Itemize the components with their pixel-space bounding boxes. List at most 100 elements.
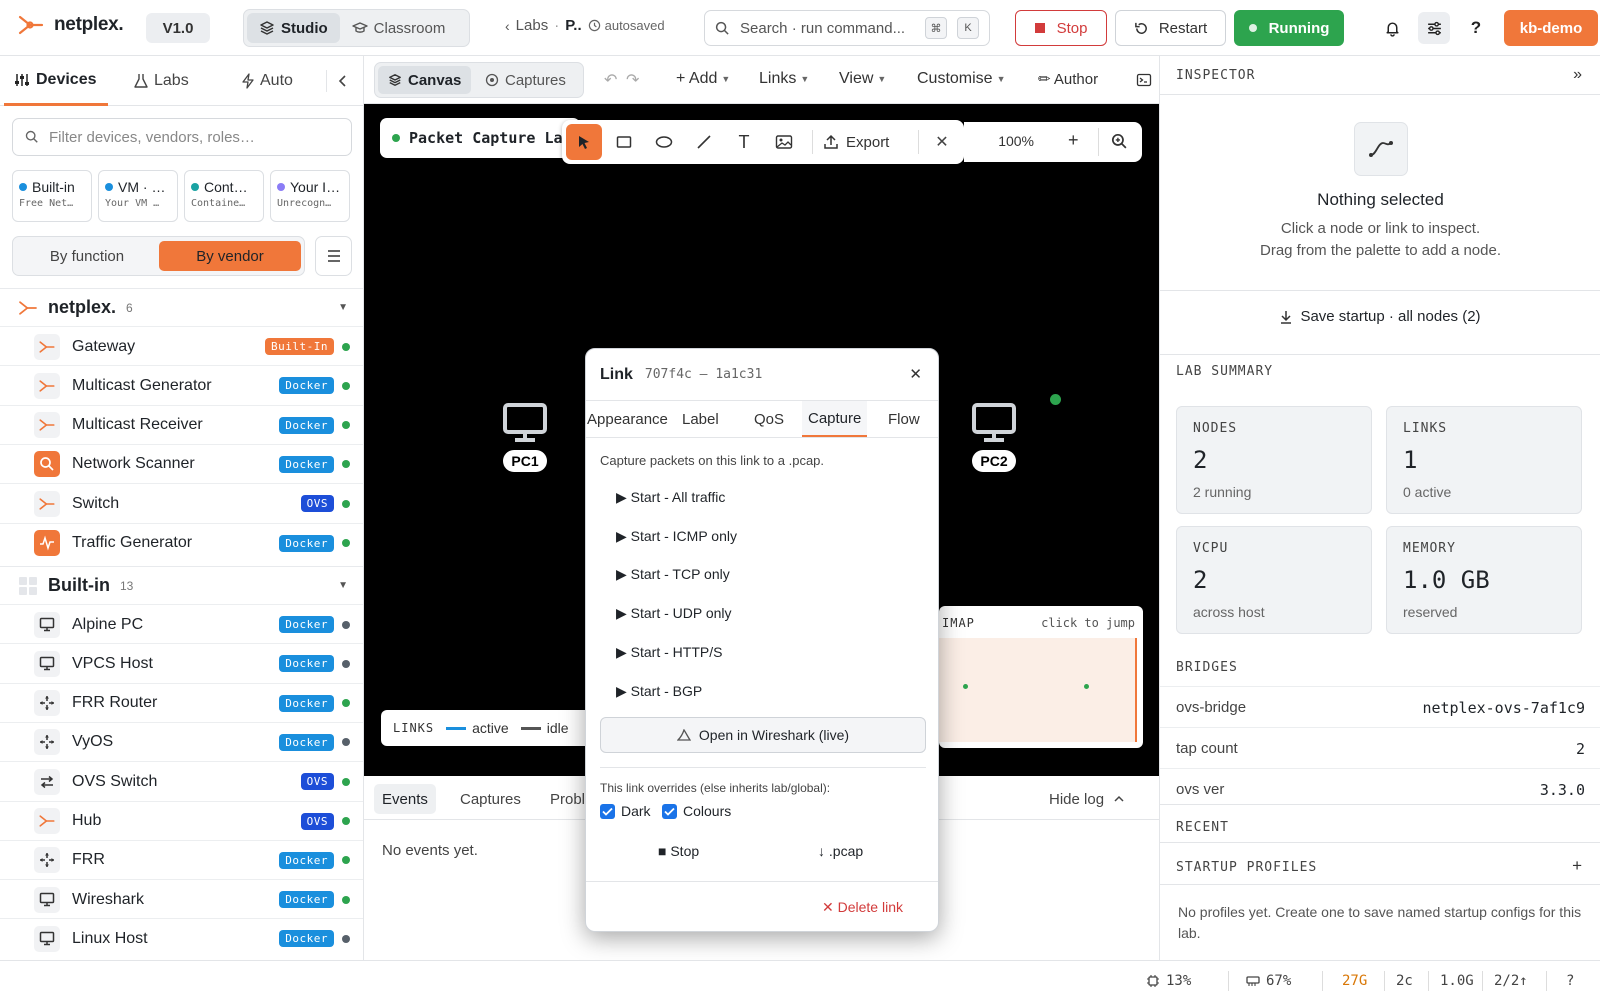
text-tool-icon[interactable]: T [726,124,762,160]
select-pointer-icon[interactable] [566,124,602,160]
link-endpoint-handle[interactable] [1050,394,1061,405]
start-capture-udp[interactable]: ▶ Start - UDP only [616,605,732,622]
running-status-button[interactable]: Running [1234,10,1344,46]
tab-captures[interactable]: Captures [475,66,576,94]
device-item-vyos[interactable]: VyOS Docker [0,721,363,762]
author-button[interactable]: ✏ Author [1038,70,1098,88]
device-filter-input[interactable]: Filter devices, vendors, roles… [12,118,352,156]
monitor-icon [34,650,60,677]
device-item-linux-host[interactable]: Linux Host Docker [0,918,363,958]
lab-title-card[interactable]: Packet Capture La [380,118,580,158]
list-menu-icon[interactable] [315,236,352,276]
override-colours-checkbox[interactable]: Colours [662,803,731,819]
chevron-down-icon: ▼ [800,74,810,84]
override-dark-checkbox[interactable]: Dark [600,803,651,819]
settings-sliders-icon[interactable] [1418,12,1450,44]
link-tab-flow[interactable]: Flow [888,401,920,437]
add-profile-plus-icon[interactable]: + [1572,856,1582,876]
collapse-panel-chevron-icon[interactable] [326,70,358,92]
link-tab-label[interactable]: Label [682,401,719,437]
links-menu[interactable]: Links ▼ [759,70,809,88]
save-startup-button[interactable]: Save startup · all nodes (2) [1160,308,1600,325]
group-header-builtin[interactable]: Built-in 13 ▼ [0,566,363,604]
chevron-left-icon[interactable]: ‹ [505,18,510,34]
start-capture-http[interactable]: ▶ Start - HTTP/S [616,644,722,661]
device-item-multicast-generator[interactable]: Multicast Generator Docker [0,365,363,405]
command-search[interactable]: Search · run command... ⌘ K [704,10,990,46]
mode-studio-button[interactable]: Studio [247,13,340,43]
device-item-traffic-generator[interactable]: Traffic Generator Docker [0,522,363,563]
restart-lab-button[interactable]: Restart [1115,10,1226,46]
start-capture-tcp[interactable]: ▶ Start - TCP only [616,566,730,583]
breadcrumb-parent[interactable]: Labs [516,17,549,34]
device-item-frr[interactable]: FRR Docker [0,839,363,880]
link-tab-capture[interactable]: Capture [802,401,868,437]
start-capture-all[interactable]: ▶ Start - All traffic [616,489,725,506]
rectangle-tool-icon[interactable] [606,124,642,160]
tab-auto[interactable]: Auto [232,56,303,106]
close-icon[interactable]: ✕ [909,365,922,383]
minimap[interactable]: IMAP click to jump [939,606,1143,748]
tab-devices[interactable]: Devices [4,56,108,106]
device-item-ovs-switch[interactable]: OVS Switch OVS [0,761,363,801]
zoom-fit-magnifier-icon[interactable] [1111,133,1128,150]
redo-icon[interactable]: ↷ [626,70,639,90]
mode-classroom-button[interactable]: Classroom [340,13,458,43]
device-item-frr-router[interactable]: FRR Router Docker [0,682,363,723]
collapse-inspector-icon[interactable]: » [1573,66,1582,84]
help-icon[interactable]: ? [1566,973,1574,989]
group-by-function-button[interactable]: By function [17,241,157,271]
device-item-switch[interactable]: Switch OVS [0,483,363,523]
group-by-vendor-button[interactable]: By vendor [159,241,301,271]
brand[interactable]: netplex. [18,14,124,36]
add-menu[interactable]: + Add ▼ [676,70,730,88]
link-tab-appearance[interactable]: Appearance [587,401,668,437]
device-item-gateway[interactable]: Gateway Built-In [0,326,363,366]
stop-lab-button[interactable]: Stop [1015,10,1107,46]
link-tab-qos[interactable]: QoS [754,401,784,437]
image-tool-icon[interactable] [766,124,802,160]
hide-log-button[interactable]: Hide log [1041,784,1132,814]
zoom-in-plus-icon[interactable]: + [1068,130,1079,151]
minimap-viewport[interactable] [939,638,1137,742]
tab-labs[interactable]: Labs [124,56,199,106]
source-chip-vm[interactable]: VM · … Your VM … [98,170,178,222]
device-item-network-scanner[interactable]: Network Scanner Docker [0,443,363,484]
group-name: netplex. [48,297,117,317]
user-menu-button[interactable]: kb-demo [1504,10,1598,46]
log-tab-captures[interactable]: Captures [452,784,529,814]
device-item-wireshark[interactable]: Wireshark Docker [0,879,363,919]
log-tab-events[interactable]: Events [374,784,436,814]
zoom-level: 100% [998,133,1034,149]
section-divider [1160,804,1600,805]
source-chip-containers[interactable]: Cont… Containe… [184,170,264,222]
stop-capture-button[interactable]: ■ Stop [658,843,699,859]
node-pc1[interactable]: PC1 [502,402,548,472]
open-wireshark-button[interactable]: Open in Wireshark (live) [600,717,926,753]
tab-canvas[interactable]: Canvas [378,66,472,94]
notifications-bell-icon[interactable] [1376,12,1408,44]
device-item-alpine-pc[interactable]: Alpine PC Docker [0,604,363,644]
download-pcap-button[interactable]: ↓ .pcap [818,843,863,859]
close-drawing-toolbar-icon[interactable]: ✕ [924,124,960,160]
device-item-hub[interactable]: Hub OVS [0,800,363,841]
terminal-icon[interactable] [1136,72,1152,88]
source-chip-your-images[interactable]: Your I… Unrecogn… [270,170,350,222]
device-item-vpcs-host[interactable]: VPCS Host Docker [0,643,363,683]
ellipse-tool-icon[interactable] [646,124,682,160]
start-capture-icmp[interactable]: ▶ Start - ICMP only [616,528,737,545]
node-pc2[interactable]: PC2 [971,402,1017,472]
view-menu[interactable]: View ▼ [839,70,886,88]
device-type-badge: Docker [279,930,334,948]
export-button[interactable]: Export [824,124,889,160]
breadcrumb-current[interactable]: P.. [565,17,581,34]
device-item-multicast-receiver[interactable]: Multicast Receiver Docker [0,404,363,445]
line-tool-icon[interactable] [686,124,722,160]
start-capture-bgp[interactable]: ▶ Start - BGP [616,683,702,700]
delete-link-button[interactable]: ✕ Delete link [822,899,903,916]
group-header-netplex[interactable]: netplex. 6 ▼ [0,288,363,326]
customise-menu[interactable]: Customise ▼ [917,70,1006,88]
undo-icon[interactable]: ↶ [604,70,617,90]
help-icon[interactable]: ? [1460,12,1492,44]
source-chip-builtin[interactable]: Built-in Free Net… [12,170,92,222]
